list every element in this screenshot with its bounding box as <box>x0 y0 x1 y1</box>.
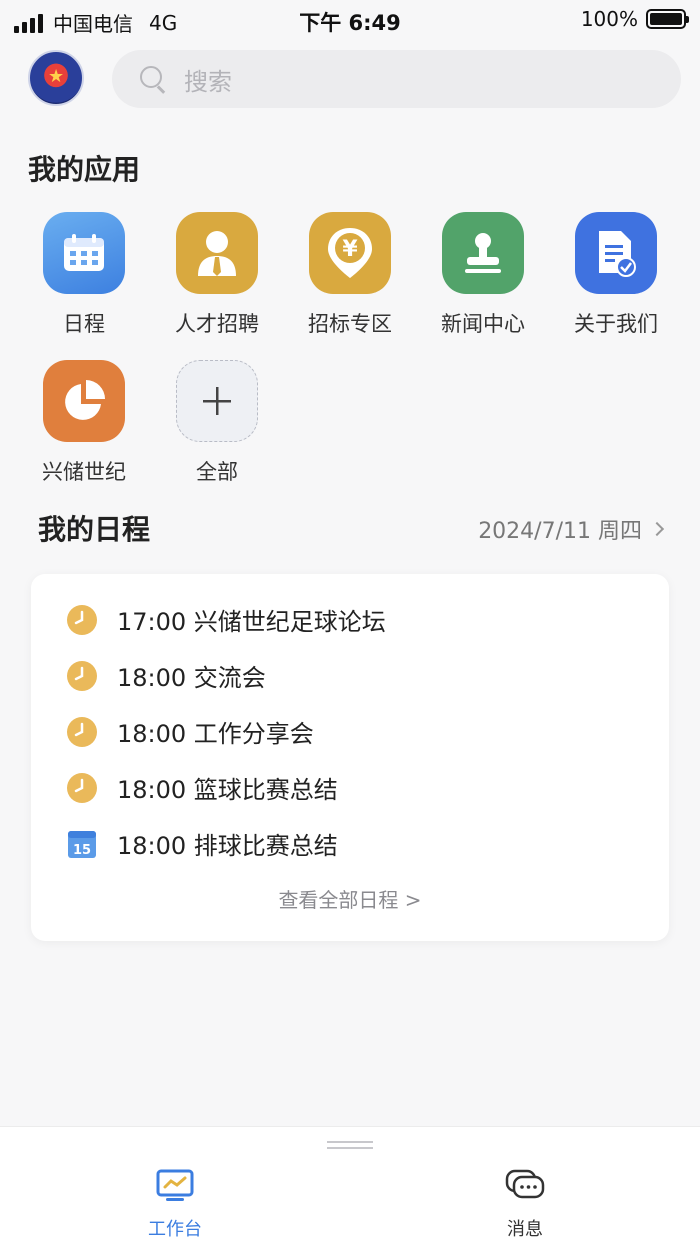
calendar-icon <box>43 212 125 294</box>
schedule-event[interactable]: 18:00 篮球比赛总结 <box>67 770 338 805</box>
app-recruitment[interactable]: 人才招聘 <box>157 212 277 338</box>
schedule-event[interactable]: 17:00 兴储世纪足球论坛 <box>67 602 386 637</box>
view-all-schedule-link[interactable]: 查看全部日程 > <box>31 884 669 913</box>
search-icon <box>140 66 166 92</box>
event-text: 18:00 工作分享会 <box>117 720 314 748</box>
avatar[interactable]: ★ <box>28 50 84 106</box>
app-label: 关于我们 <box>574 312 658 336</box>
document-check-icon <box>575 212 657 294</box>
app-label: 日程 <box>63 312 105 336</box>
app-all[interactable]: 全部 <box>157 360 277 486</box>
stamp-icon <box>442 212 524 294</box>
app-label: 兴储世纪 <box>42 460 126 484</box>
app-xingchu[interactable]: 兴储世纪 <box>24 360 144 486</box>
svg-text:¥: ¥ <box>342 237 358 262</box>
status-bar: 中国电信 4G 下午 6:49 100% <box>0 0 700 40</box>
clock-icon <box>67 660 97 691</box>
battery-percent: 100% <box>580 7 638 31</box>
tab-label: 消息 <box>507 1219 543 1240</box>
tab-label: 工作台 <box>148 1219 202 1240</box>
pie-chart-icon <box>43 360 125 442</box>
schedule-event[interactable]: 18:00 交流会 <box>67 658 266 693</box>
search-placeholder: 搜索 <box>184 67 232 96</box>
tab-messages[interactable]: 消息 <box>465 1169 585 1241</box>
app-label: 新闻中心 <box>441 312 525 336</box>
calendar-day: 15 <box>73 843 91 858</box>
person-tie-icon <box>176 212 258 294</box>
clock-icon <box>67 604 97 635</box>
app-schedule[interactable]: 日程 <box>24 212 144 338</box>
apps-section-title: 我的应用 <box>28 153 141 186</box>
tab-bar: 工作台 消息 <box>0 1126 700 1244</box>
app-label: 全部 <box>196 460 238 484</box>
app-about-us[interactable]: 关于我们 <box>556 212 676 338</box>
tab-workbench[interactable]: 工作台 <box>115 1169 235 1241</box>
app-news[interactable]: 新闻中心 <box>423 212 543 338</box>
event-text: 17:00 兴储世纪足球论坛 <box>117 608 386 636</box>
message-icon <box>505 1169 545 1199</box>
schedule-event[interactable]: 15 18:00 排球比赛总结 <box>67 826 338 861</box>
event-text: 18:00 篮球比赛总结 <box>117 776 338 804</box>
calendar-15-icon: 15 <box>68 830 96 858</box>
app-bidding[interactable]: ¥ 招标专区 <box>290 212 410 338</box>
drag-handle[interactable] <box>327 1141 373 1153</box>
clock-icon <box>67 716 97 747</box>
schedule-card: 17:00 兴储世纪足球论坛 18:00 交流会 18:00 工作分享会 18:… <box>31 574 669 941</box>
battery-icon <box>646 9 689 29</box>
schedule-section-title: 我的日程 <box>38 513 151 546</box>
plus-icon <box>176 360 258 442</box>
event-text: 18:00 排球比赛总结 <box>117 832 338 860</box>
chevron-right-icon <box>649 521 665 537</box>
schedule-date: 2024/7/11 周四 <box>478 519 642 544</box>
search-input[interactable]: 搜索 <box>112 50 681 108</box>
yuan-location-icon: ¥ <box>309 212 391 294</box>
clock-icon <box>67 772 97 803</box>
app-label: 招标专区 <box>308 312 392 336</box>
app-label: 人才招聘 <box>175 312 259 336</box>
schedule-event[interactable]: 18:00 工作分享会 <box>67 714 314 749</box>
event-text: 18:00 交流会 <box>117 664 266 692</box>
schedule-date-link[interactable]: 2024/7/11 周四 <box>478 513 665 545</box>
workbench-icon <box>156 1169 194 1201</box>
